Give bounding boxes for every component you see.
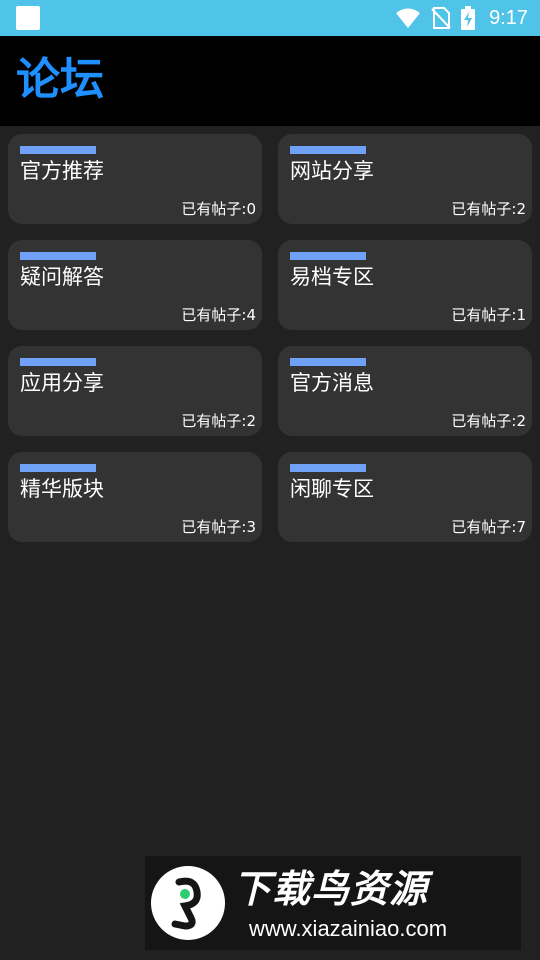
forum-name: 易档专区	[290, 265, 374, 289]
watermark-url: www.xiazainiao.com	[249, 916, 448, 941]
post-count: 已有帖子:0	[181, 200, 256, 218]
forum-name: 应用分享	[20, 371, 104, 395]
page-title: 论坛	[16, 54, 104, 105]
status-bar: 9:17	[0, 0, 540, 36]
forum-card-official-recommend[interactable]: 官方推荐 已有帖子:0	[8, 134, 262, 224]
app-bar: 论坛	[0, 36, 540, 126]
forum-card-featured[interactable]: 精华版块 已有帖子:3	[8, 452, 262, 542]
post-count: 已有帖子:2	[451, 200, 526, 218]
forum-name: 官方推荐	[20, 159, 104, 183]
post-count: 已有帖子:2	[181, 412, 256, 430]
no-sim-icon	[431, 7, 451, 29]
bird-logo-icon	[151, 866, 225, 940]
forum-card-website-share[interactable]: 网站分享 已有帖子:2	[278, 134, 532, 224]
forum-name: 官方消息	[290, 371, 374, 395]
forum-card-official-news[interactable]: 官方消息 已有帖子:2	[278, 346, 532, 436]
post-count: 已有帖子:3	[181, 518, 256, 536]
forum-name: 精华版块	[20, 477, 104, 501]
post-count: 已有帖子:1	[451, 306, 526, 324]
battery-charging-icon	[461, 6, 476, 30]
forum-name: 疑问解答	[20, 265, 104, 289]
forum-name: 网站分享	[290, 159, 374, 183]
forum-card-app-share[interactable]: 应用分享 已有帖子:2	[8, 346, 262, 436]
post-count: 已有帖子:4	[181, 306, 256, 324]
card-accent-bar	[20, 358, 96, 366]
card-accent-bar	[290, 464, 366, 472]
forum-grid: 官方推荐 已有帖子:0 网站分享 已有帖子:2 疑问解答 已有帖子:4 易档专区…	[8, 134, 532, 542]
forum-card-chat-zone[interactable]: 闲聊专区 已有帖子:7	[278, 452, 532, 542]
card-accent-bar	[20, 464, 96, 472]
app-notification-icon	[16, 6, 40, 30]
forum-card-qa[interactable]: 疑问解答 已有帖子:4	[8, 240, 262, 330]
watermark-banner: 下载鸟资源 www.xiazainiao.com	[145, 856, 521, 950]
status-time: 9:17	[489, 6, 528, 29]
forum-name: 闲聊专区	[290, 477, 374, 501]
card-accent-bar	[290, 146, 366, 154]
card-accent-bar	[20, 146, 96, 154]
card-accent-bar	[290, 252, 366, 260]
card-accent-bar	[290, 358, 366, 366]
status-icons: 9:17	[395, 0, 528, 36]
post-count: 已有帖子:7	[451, 518, 526, 536]
card-accent-bar	[20, 252, 96, 260]
watermark-title: 下载鸟资源	[233, 867, 429, 911]
wifi-icon	[396, 8, 421, 28]
post-count: 已有帖子:2	[451, 412, 526, 430]
forum-card-yidang-zone[interactable]: 易档专区 已有帖子:1	[278, 240, 532, 330]
